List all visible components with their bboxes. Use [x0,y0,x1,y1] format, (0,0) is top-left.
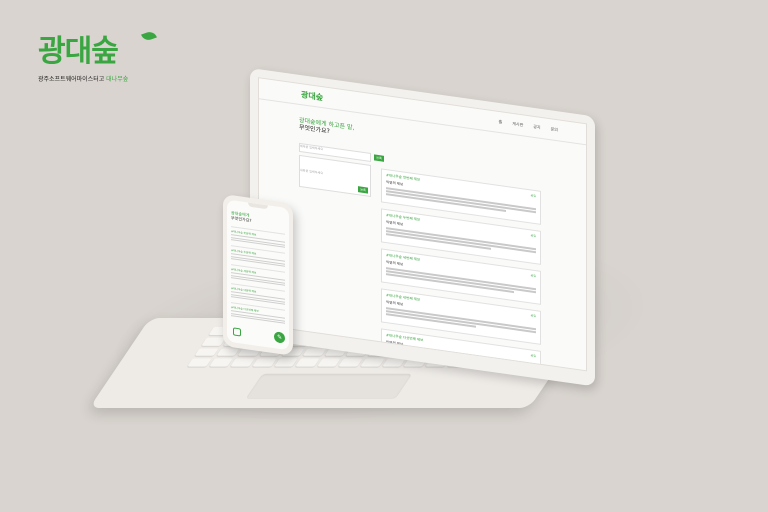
brand-logo: 광대숲 [38,34,119,69]
post-list: #대나무숲 첫번째 제보 공유 익명의 제보 #대나무숲 두번째 제보 공유 익… [381,168,541,372]
share-link[interactable]: 공유 [530,233,536,238]
keyboard-key [382,358,406,367]
keyboard-key [295,358,320,367]
keyboard-key [230,358,255,367]
keyboard-key [201,337,226,346]
post-form: 제목을 입력하세요 등록 내용을 입력하세요 등록 [299,142,384,198]
phone-screen: 광대숲에게 무엇인가요? #대나무숲 첫번째 제보 #대나무숲 두번째 제보 #… [227,199,289,351]
keyboard-key [302,348,327,357]
content-submit-button[interactable]: 등록 [358,186,368,194]
web-logo[interactable]: 광대숲 [301,89,323,103]
brand-subtitle: 광주소프트웨어마이스터고 대나무숲 [38,74,168,83]
keyboard-key [338,358,363,367]
laptop-display: 광대숲 홈 게시판 공지 문의 광대숲에게 하고픈 말, 무엇인가요? 제목을 … [258,77,587,372]
keyboard-key [208,358,233,367]
keyboard-key [360,358,385,367]
question-heading: 광대숲에게 하고픈 말, 무엇인가요? [299,117,369,141]
brand-subtitle-main: 광주소프트웨어마이스터고 [38,76,107,83]
write-fab-button[interactable]: ✎ [274,331,285,344]
share-link[interactable]: 공유 [530,273,536,278]
title-placeholder: 제목을 입력하세요 [300,144,324,152]
nav-item-contact[interactable]: 문의 [551,126,558,133]
nav-item-home[interactable]: 홈 [499,119,503,126]
keyboard-key [194,348,219,357]
share-link[interactable]: 공유 [530,193,536,198]
content-placeholder: 내용을 입력하세요 [300,168,324,176]
share-link[interactable]: 공유 [530,353,536,358]
content-textarea[interactable]: 내용을 입력하세요 등록 [299,154,371,198]
phone: 광대숲에게 무엇인가요? #대나무숲 첫번째 제보 #대나무숲 두번째 제보 #… [223,194,293,356]
title-submit-button[interactable]: 등록 [374,154,384,162]
nav-item-board[interactable]: 게시판 [512,121,523,129]
web-nav: 홈 게시판 공지 문의 [499,119,558,133]
share-link[interactable]: 공유 [530,313,536,318]
brand-subtitle-highlight: 대나무숲 [106,76,129,83]
keyboard-key [252,358,277,367]
nav-item-notice[interactable]: 공지 [533,124,540,131]
keyboard-key [187,358,212,367]
keyboard-key [317,358,342,367]
keyboard-key [215,348,240,357]
brand-block: 광대숲 광주소프트웨어마이스터고 대나무숲 [38,29,168,83]
phone-question: 광대숲에게 무엇인가요? [231,210,252,223]
keyboard-key [273,358,298,367]
trackpad [245,373,413,399]
laptop: 광대숲 홈 게시판 공지 문의 광대숲에게 하고픈 말, 무엇인가요? 제목을 … [250,68,595,387]
home-icon[interactable] [233,327,241,337]
